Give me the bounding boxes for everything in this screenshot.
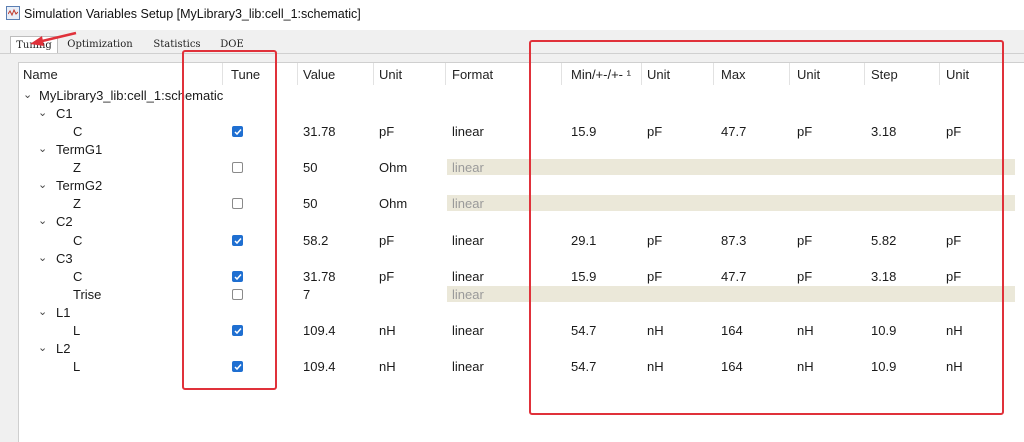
value-cell[interactable]: 50: [303, 160, 317, 175]
red-arrow-annotation: [30, 31, 77, 46]
chevron-down-icon[interactable]: ⌄: [38, 106, 47, 119]
variable-name[interactable]: C: [73, 269, 82, 284]
variable-name[interactable]: L: [73, 359, 80, 374]
value-cell[interactable]: 7: [303, 287, 310, 302]
tree-group-label[interactable]: C3: [56, 251, 73, 266]
variable-name[interactable]: C: [73, 233, 82, 248]
unit-cell[interactable]: Ohm: [379, 160, 407, 175]
chevron-down-icon[interactable]: ⌄: [23, 88, 32, 101]
format-cell[interactable]: linear: [452, 269, 484, 284]
chevron-down-icon[interactable]: ⌄: [38, 214, 47, 227]
col-value[interactable]: Value: [303, 67, 335, 82]
unit-cell[interactable]: pF: [379, 233, 394, 248]
unit-cell[interactable]: nH: [379, 323, 396, 338]
title-bar: Simulation Variables Setup [MyLibrary3_l…: [0, 0, 1024, 30]
chevron-down-icon[interactable]: ⌄: [38, 341, 47, 354]
variable-name[interactable]: Z: [73, 160, 81, 175]
chevron-down-icon[interactable]: ⌄: [38, 142, 47, 155]
tree-group-label[interactable]: TermG2: [56, 178, 102, 193]
value-cell[interactable]: 50: [303, 196, 317, 211]
value-cell[interactable]: 31.78: [303, 269, 336, 284]
variable-name[interactable]: Trise: [73, 287, 101, 302]
format-cell[interactable]: linear: [452, 323, 484, 338]
value-cell[interactable]: 31.78: [303, 124, 336, 139]
tree-group-label[interactable]: L2: [56, 341, 70, 356]
window-title: Simulation Variables Setup [MyLibrary3_l…: [24, 7, 361, 21]
format-cell: linear: [452, 287, 484, 302]
col-name[interactable]: Name: [23, 67, 58, 82]
tree-group-label[interactable]: TermG1: [56, 142, 102, 157]
unit-cell[interactable]: pF: [379, 124, 394, 139]
value-cell[interactable]: 109.4: [303, 323, 336, 338]
tree-group-label[interactable]: L1: [56, 305, 70, 320]
tune-column-callout: [182, 50, 277, 390]
format-cell: linear: [452, 160, 484, 175]
variable-name[interactable]: Z: [73, 196, 81, 211]
unit-cell[interactable]: Ohm: [379, 196, 407, 211]
app-waveform-icon: [6, 6, 20, 20]
column-divider[interactable]: [445, 63, 446, 85]
format-cell[interactable]: linear: [452, 124, 484, 139]
chevron-down-icon[interactable]: ⌄: [38, 178, 47, 191]
chevron-down-icon[interactable]: ⌄: [38, 251, 47, 264]
format-cell[interactable]: linear: [452, 233, 484, 248]
unit-cell[interactable]: nH: [379, 359, 396, 374]
col-unit[interactable]: Unit: [379, 67, 402, 82]
column-divider[interactable]: [373, 63, 374, 85]
tree-group-label[interactable]: C2: [56, 214, 73, 229]
value-cell[interactable]: 58.2: [303, 233, 328, 248]
variable-name[interactable]: C: [73, 124, 82, 139]
column-divider[interactable]: [297, 63, 298, 85]
format-cell: linear: [452, 196, 484, 211]
unit-cell[interactable]: pF: [379, 269, 394, 284]
range-columns-callout: [529, 40, 1004, 415]
col-format[interactable]: Format: [452, 67, 493, 82]
chevron-down-icon[interactable]: ⌄: [38, 305, 47, 318]
format-cell[interactable]: linear: [452, 359, 484, 374]
variable-name[interactable]: L: [73, 323, 80, 338]
tree-group-label[interactable]: C1: [56, 106, 73, 121]
value-cell[interactable]: 109.4: [303, 359, 336, 374]
